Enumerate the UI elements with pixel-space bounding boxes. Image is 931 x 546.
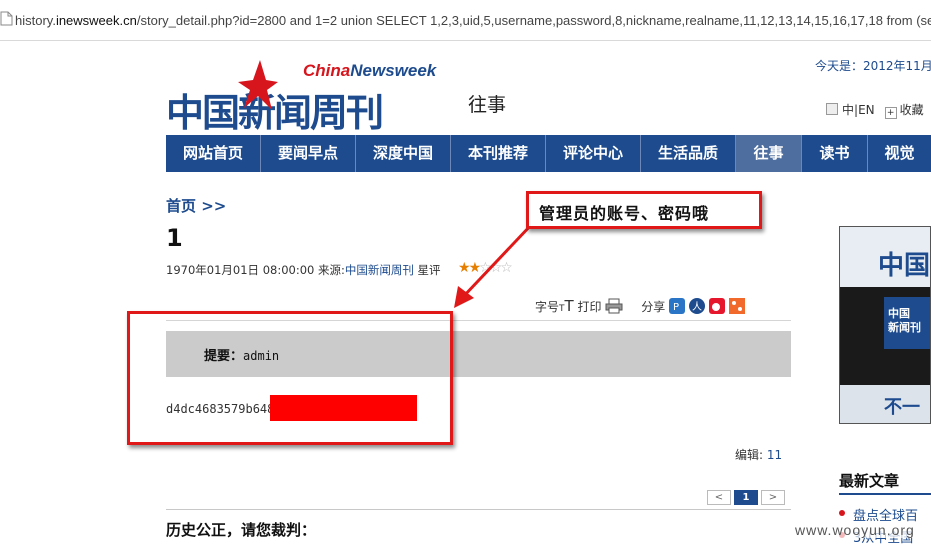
editor-label: 编辑: bbox=[735, 448, 764, 462]
divider bbox=[166, 509, 791, 510]
pagination: < 1 > bbox=[707, 490, 785, 505]
page-current[interactable]: 1 bbox=[734, 490, 758, 505]
comment-heading: 历史公正，请您裁判： bbox=[166, 521, 317, 539]
highlight-box bbox=[127, 311, 453, 445]
breadcrumb[interactable]: 首页 >> bbox=[166, 195, 226, 216]
watermark: www.wooyun.org bbox=[795, 522, 915, 538]
main-nav: 网站首页 要闻早点 深度中国 本刊推荐 评论中心 生活品质 往事 读书 视觉 bbox=[166, 135, 931, 172]
nav-item-books[interactable]: 读书 bbox=[802, 135, 868, 172]
share-label: 分享 bbox=[641, 300, 666, 314]
nav-item-visual[interactable]: 视觉 bbox=[868, 135, 931, 172]
article-meta: 1970年01月01日 08:00:00 来源:中国新闻周刊 星评 bbox=[166, 262, 441, 278]
share-qzone-icon[interactable]: P bbox=[669, 298, 686, 314]
article-tools: 字号TT 打印 分享 P 人 bbox=[535, 297, 745, 315]
next-page-button[interactable]: > bbox=[761, 490, 785, 505]
bookmark-link[interactable]: 收藏 bbox=[900, 103, 924, 117]
share-more-icon[interactable] bbox=[728, 298, 745, 314]
article-title: 1 bbox=[166, 224, 183, 252]
language-icon bbox=[826, 103, 838, 115]
nav-item-news[interactable]: 要闻早点 bbox=[261, 135, 356, 172]
nav-item-history[interactable]: 往事 bbox=[736, 135, 802, 172]
callout-arrow-icon bbox=[454, 222, 534, 308]
source-link[interactable]: 中国新闻周刊 bbox=[345, 263, 414, 277]
rating-label: 星评 bbox=[417, 263, 441, 277]
logo-english: ChinaNewsweek bbox=[303, 61, 437, 80]
nav-item-life[interactable]: 生活品质 bbox=[641, 135, 736, 172]
sidebar-ad-banner[interactable]: 中国 中国 新闻刊 不一 bbox=[839, 226, 931, 424]
ad-middle: 中国 新闻刊 bbox=[840, 287, 930, 385]
share-weibo-icon[interactable] bbox=[708, 298, 725, 314]
address-bar[interactable]: history.inewsweek.cn/story_detail.php?id… bbox=[0, 0, 931, 41]
today-date: 今天是：2012年11月1 bbox=[815, 59, 931, 73]
latest-articles-title: 最新文章 bbox=[839, 472, 900, 490]
star-logo-icon bbox=[238, 60, 278, 110]
annotation-callout: 管理员的账号、密码哦 bbox=[526, 191, 762, 229]
nav-item-depth[interactable]: 深度中国 bbox=[356, 135, 451, 172]
nav-item-comment[interactable]: 评论中心 bbox=[546, 135, 641, 172]
plus-icon: + bbox=[884, 107, 897, 119]
url-text[interactable]: history.inewsweek.cn/story_detail.php?id… bbox=[15, 13, 931, 28]
lang-cn-link[interactable]: 中 bbox=[842, 103, 854, 117]
language-switch[interactable]: 中|EN + 收藏 bbox=[826, 101, 924, 119]
article-date: 1970年01月01日 08:00:00 bbox=[166, 263, 315, 277]
printer-icon bbox=[605, 298, 623, 314]
print-button[interactable]: 打印 bbox=[578, 298, 628, 314]
page-icon bbox=[0, 11, 13, 26]
svg-text:人: 人 bbox=[692, 301, 702, 313]
source-label: 来源: bbox=[318, 263, 345, 277]
nav-item-recommend[interactable]: 本刊推荐 bbox=[451, 135, 546, 172]
nav-item-home[interactable]: 网站首页 bbox=[166, 135, 261, 172]
section-title: 往事 bbox=[468, 94, 507, 116]
ad-bottom: 不一 bbox=[840, 385, 930, 423]
font-size-button[interactable]: 字号TT bbox=[535, 297, 574, 315]
bullet-icon bbox=[839, 510, 845, 516]
prev-page-button[interactable]: < bbox=[707, 490, 731, 505]
share-renren-icon[interactable]: 人 bbox=[688, 298, 705, 314]
ad-logo-box: 中国 新闻刊 bbox=[884, 297, 930, 349]
svg-text:P: P bbox=[673, 302, 679, 313]
lang-en-link[interactable]: EN bbox=[858, 103, 875, 117]
divider bbox=[839, 493, 931, 495]
editor-line: 编辑: 11 bbox=[735, 446, 782, 463]
editor-value[interactable]: 11 bbox=[767, 448, 782, 462]
ad-top: 中国 bbox=[840, 227, 930, 287]
